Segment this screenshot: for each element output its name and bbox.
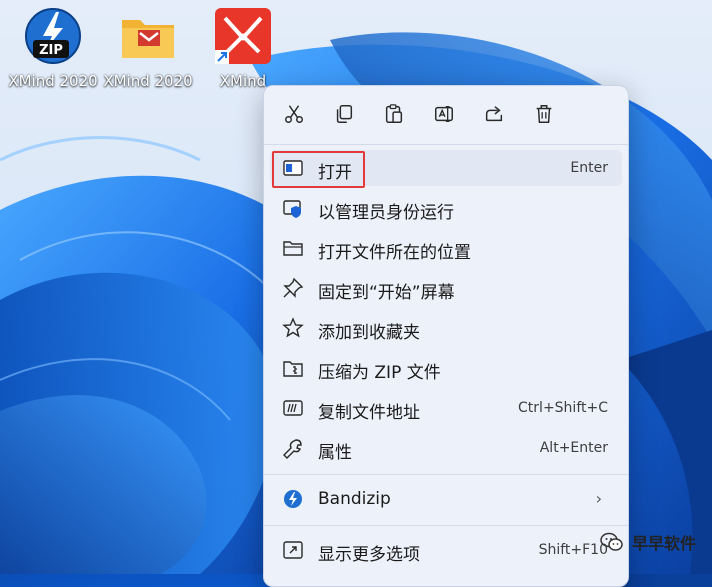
zip-archive-icon: ZIP [23,6,83,66]
desktop-icon-xmind-app[interactable]: XMind [195,6,291,90]
watermark-text: 早早软件 [631,534,696,553]
paste-icon [383,103,405,129]
admin-shield-icon [282,197,304,219]
copy-icon [333,103,355,129]
zip-folder-icon [282,357,304,379]
menu-item-run-as-admin[interactable]: 以管理员身份运行 [270,190,622,226]
context-menu: 打开 Enter 以管理员身份运行 打开文件所在的位置 固定到“开始”屏幕 添加… [263,85,629,587]
share-icon [483,103,505,129]
desktop-icon-label: XMind 2020 [103,72,193,90]
wechat-icon [600,530,624,554]
xmind-app-icon [213,6,273,66]
menu-item-label: 属性 [318,443,352,463]
scissors-icon [283,103,305,129]
pin-icon [282,277,304,299]
menu-item-compress-zip[interactable]: 压缩为 ZIP 文件 [270,350,622,386]
menu-item-label: 以管理员身份运行 [318,203,454,223]
menu-divider [264,144,628,145]
watermark: 早早软件 [600,530,696,554]
menu-item-label: 复制文件地址 [318,403,420,423]
menu-item-open-file-location[interactable]: 打开文件所在的位置 [270,230,622,266]
menu-item-label: 固定到“开始”屏幕 [318,283,455,303]
cut-button[interactable] [276,98,312,134]
rename-button[interactable] [426,98,462,134]
menu-divider [264,525,628,526]
desktop-icon-xmind-zip[interactable]: ZIP XMind 2020 [5,6,101,90]
menu-item-pin-to-start[interactable]: 固定到“开始”屏幕 [270,270,622,306]
share-button[interactable] [476,98,512,134]
more-options-icon [282,539,304,561]
menu-item-open[interactable]: 打开 Enter [270,150,622,186]
wrench-icon [282,437,304,459]
delete-button[interactable] [526,98,562,134]
menu-item-label: 打开 [318,163,352,183]
svg-text:ZIP: ZIP [39,43,63,58]
folder-icon [282,237,304,259]
menu-item-show-more-options[interactable]: 显示更多选项 Shift+F10 [270,532,622,568]
menu-item-properties[interactable]: 属性 Alt+Enter [270,430,622,466]
menu-divider [264,474,628,475]
menu-item-shortcut: Shift+F10 [538,542,608,558]
desktop-icon-xmind-folder[interactable]: XMind 2020 [100,6,196,90]
menu-item-bandizip[interactable]: Bandizip › [270,481,622,517]
trash-icon [533,103,555,129]
rename-icon [433,103,455,129]
menu-item-shortcut: Alt+Enter [539,440,608,456]
chevron-right-icon: › [595,489,602,508]
paste-button[interactable] [376,98,412,134]
star-icon [282,317,304,339]
menu-item-label: Bandizip [318,489,391,509]
menu-item-label: 压缩为 ZIP 文件 [318,363,441,383]
bandizip-icon [282,488,304,510]
menu-item-shortcut: Ctrl+Shift+C [518,400,608,416]
menu-item-add-to-favorites[interactable]: 添加到收藏夹 [270,310,622,346]
menu-item-label: 添加到收藏夹 [318,323,420,343]
menu-item-label: 打开文件所在的位置 [318,243,471,263]
menu-item-shortcut: Enter [570,160,608,176]
context-menu-toolbar [264,98,628,134]
folder-icon [118,6,178,66]
open-window-icon [282,157,304,179]
copy-path-icon [282,397,304,419]
menu-item-copy-path[interactable]: 复制文件地址 Ctrl+Shift+C [270,390,622,426]
menu-item-label: 显示更多选项 [318,545,420,565]
copy-button[interactable] [326,98,362,134]
desktop-icon-label: XMind 2020 [8,72,98,90]
